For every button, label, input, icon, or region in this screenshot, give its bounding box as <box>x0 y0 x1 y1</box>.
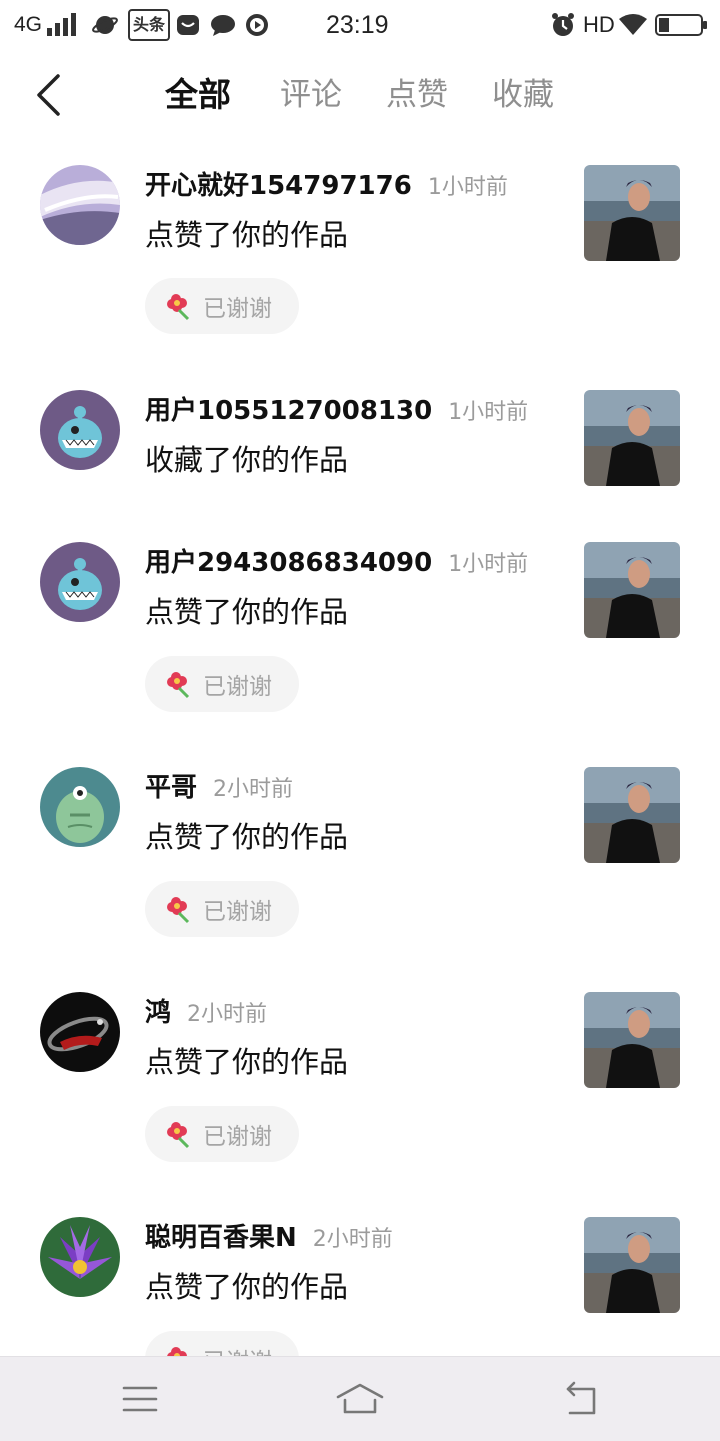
tab-all[interactable]: 全部 <box>165 72 231 118</box>
thanks-button[interactable]: 已谢谢 <box>145 656 299 712</box>
avatar[interactable] <box>40 992 120 1072</box>
avatar[interactable] <box>40 767 120 847</box>
tab-comments[interactable]: 评论 <box>280 72 342 118</box>
username[interactable]: 平哥 <box>145 767 197 804</box>
menu-icon <box>122 1386 158 1412</box>
message-app-icon <box>176 0 200 50</box>
notification-item[interactable]: 平哥 2小时前 点赞了你的作品 已谢谢 <box>0 767 720 967</box>
flower-icon <box>167 1347 187 1356</box>
flower-icon <box>167 294 190 321</box>
action-text: 点赞了你的作品 <box>145 1270 349 1304</box>
battery-icon <box>655 0 709 50</box>
action-text: 点赞了你的作品 <box>145 218 349 252</box>
wifi-icon <box>619 0 647 50</box>
post-thumbnail[interactable] <box>584 992 680 1088</box>
flower-icon <box>167 1122 190 1149</box>
notification-list[interactable]: 开心就好154797176 1小时前 点赞了你的作品 已谢谢 用户1055127… <box>0 140 720 1356</box>
username[interactable]: 开心就好154797176 <box>145 165 412 202</box>
flower-icon <box>167 897 190 924</box>
saturn-app-icon <box>92 0 118 50</box>
back-system-button[interactable] <box>550 1371 610 1427</box>
action-text: 收藏了你的作品 <box>145 443 349 477</box>
hd-indicator: HD <box>583 0 615 50</box>
username[interactable]: 用户1055127008130 <box>145 390 432 427</box>
system-navigation-bar <box>0 1356 720 1441</box>
post-thumbnail[interactable] <box>584 165 680 261</box>
timestamp: 2小时前 <box>312 1227 393 1252</box>
username[interactable]: 用户2943086834090 <box>145 542 432 579</box>
thanks-button[interactable]: 已谢谢 <box>145 1331 299 1356</box>
thanks-button[interactable]: 已谢谢 <box>145 1106 299 1162</box>
timestamp: 2小时前 <box>187 1002 268 1027</box>
network-type: 4G <box>14 13 43 36</box>
notification-item[interactable]: 开心就好154797176 1小时前 点赞了你的作品 已谢谢 <box>0 165 720 365</box>
status-bar: 4G 头条 23:19 HD <box>0 0 720 50</box>
clock-time: 23:19 <box>326 0 389 50</box>
play-circle-icon <box>245 0 269 50</box>
tab-likes[interactable]: 点赞 <box>386 72 448 118</box>
post-thumbnail[interactable] <box>584 1217 680 1313</box>
avatar[interactable] <box>40 165 120 245</box>
notification-item[interactable]: 鸿 2小时前 点赞了你的作品 已谢谢 <box>0 992 720 1192</box>
username[interactable]: 鸿 <box>145 992 171 1029</box>
post-thumbnail[interactable] <box>584 390 680 486</box>
toutiao-badge: 头条 <box>128 0 171 50</box>
signal-icon <box>47 13 77 36</box>
return-icon <box>566 1381 596 1415</box>
avatar[interactable] <box>40 1217 120 1297</box>
timestamp: 2小时前 <box>213 777 294 802</box>
notification-item[interactable]: 用户2943086834090 1小时前 点赞了你的作品 已谢谢 <box>0 542 720 742</box>
notification-item[interactable]: 聪明百香果N 2小时前 点赞了你的作品 已谢谢 <box>0 1217 720 1356</box>
flower-icon <box>167 672 190 699</box>
thanks-button[interactable]: 已谢谢 <box>145 881 299 937</box>
thanks-label: 已谢谢 <box>203 1342 272 1356</box>
toutiao-badge-label: 头条 <box>133 15 166 34</box>
home-button[interactable] <box>330 1371 390 1427</box>
username[interactable]: 聪明百香果N <box>145 1217 297 1254</box>
home-icon <box>336 1383 384 1414</box>
avatar[interactable] <box>40 542 120 622</box>
post-thumbnail[interactable] <box>584 767 680 863</box>
thanks-label: 已谢谢 <box>203 674 272 700</box>
menu-button[interactable] <box>110 1371 170 1427</box>
timestamp: 1小时前 <box>427 175 508 200</box>
action-text: 点赞了你的作品 <box>145 820 349 854</box>
timestamp: 1小时前 <box>448 400 529 425</box>
action-text: 点赞了你的作品 <box>145 595 349 629</box>
avatar[interactable] <box>40 390 120 470</box>
post-thumbnail[interactable] <box>584 542 680 638</box>
top-navigation: 全部 评论 点赞 收藏 <box>0 50 720 140</box>
thanks-label: 已谢谢 <box>203 899 272 925</box>
alarm-icon <box>550 0 576 50</box>
timestamp: 1小时前 <box>448 552 529 577</box>
back-button[interactable] <box>22 68 76 122</box>
thanks-button[interactable]: 已谢谢 <box>145 278 299 334</box>
tab-favorites[interactable]: 收藏 <box>492 72 554 118</box>
time-text: 23:19 <box>326 10 389 39</box>
chevron-left-icon <box>37 74 60 116</box>
chat-bubble-icon <box>210 0 236 50</box>
action-text: 点赞了你的作品 <box>145 1045 349 1079</box>
network-indicator: 4G <box>14 0 77 50</box>
notification-item[interactable]: 用户1055127008130 1小时前 收藏了你的作品 <box>0 390 720 520</box>
thanks-label: 已谢谢 <box>203 296 272 322</box>
hd-text: HD <box>583 12 615 37</box>
thanks-label: 已谢谢 <box>203 1124 272 1150</box>
